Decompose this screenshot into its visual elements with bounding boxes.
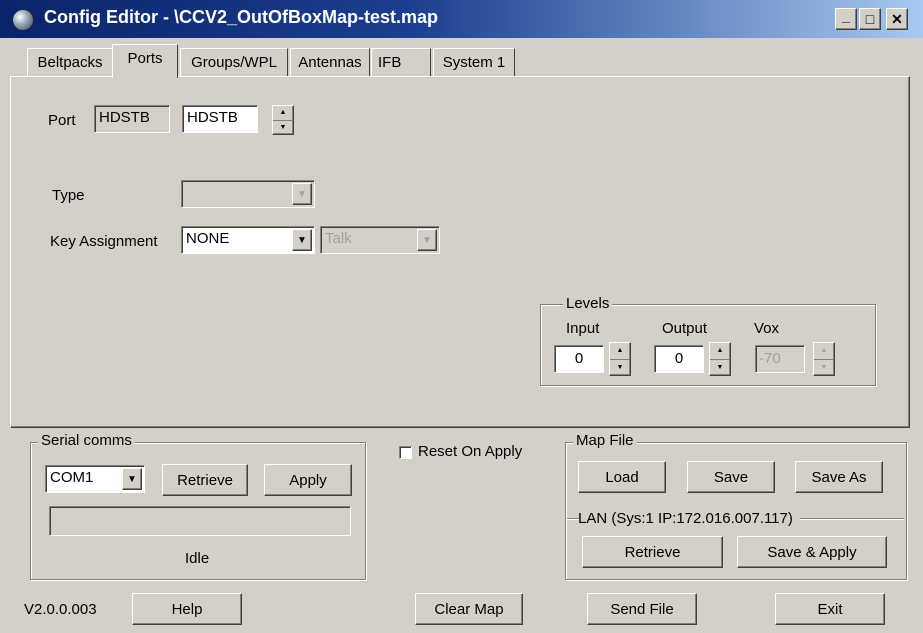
vox-label: Vox (754, 320, 780, 337)
tab-beltpacks[interactable]: Beltpacks (27, 48, 113, 76)
port-spinner[interactable]: ▲ ▼ (272, 105, 294, 135)
vox-level-field[interactable]: -70 (755, 345, 805, 373)
vox-level-value: -70 (759, 350, 781, 367)
input-level-field[interactable]: 0 (554, 345, 604, 373)
map-save-as-button[interactable]: Save As (795, 461, 883, 493)
close-button[interactable]: ✕ (886, 8, 908, 30)
chevron-down-icon[interactable]: ▼ (292, 229, 312, 251)
tab-ports[interactable]: Ports (112, 44, 178, 78)
port-readonly-field: HDSTB (94, 105, 170, 133)
tab-label: Antennas (298, 54, 362, 71)
spin-down-icon[interactable]: ▼ (710, 358, 730, 376)
serial-status-text: Idle (185, 550, 210, 567)
port-readonly-value: HDSTB (99, 109, 150, 126)
minimize-button[interactable]: _ (835, 8, 857, 30)
tab-groups-wpl[interactable]: Groups/WPL (180, 48, 288, 76)
type-label: Type (52, 187, 85, 204)
serial-retrieve-button[interactable]: Retrieve (162, 464, 248, 496)
port-edit-field[interactable]: HDSTB (182, 105, 258, 133)
send-file-button[interactable]: Send File (587, 593, 697, 625)
lan-save-apply-button[interactable]: Save & Apply (737, 536, 887, 568)
output-level-value: 0 (674, 350, 684, 367)
map-load-button[interactable]: Load (578, 461, 666, 493)
spin-up-icon[interactable]: ▲ (814, 343, 834, 359)
reset-on-apply-label[interactable]: Reset On Apply (418, 443, 522, 460)
vox-level-spinner[interactable]: ▲ ▼ (813, 342, 835, 376)
app-icon[interactable] (12, 9, 34, 31)
tab-label: System 1 (442, 54, 506, 71)
clear-map-button[interactable]: Clear Map (415, 593, 523, 625)
levels-title: Levels (563, 295, 613, 312)
tab-label: Beltpacks (37, 54, 103, 71)
spin-down-icon[interactable]: ▼ (814, 358, 834, 376)
input-level-spinner[interactable]: ▲ ▼ (609, 342, 631, 376)
title-bar[interactable]: Config Editor - \CCV2_OutOfBoxMap-test.m… (0, 0, 923, 38)
key-mode-select[interactable]: Talk ▼ (320, 226, 440, 254)
com-port-select[interactable]: COM1 ▼ (45, 465, 145, 493)
key-assignment-select[interactable]: NONE ▼ (181, 226, 315, 254)
tab-antennas[interactable]: Antennas (290, 48, 370, 76)
help-button[interactable]: Help (132, 593, 242, 625)
maximize-button[interactable]: □ (859, 8, 881, 30)
output-label: Output (662, 320, 708, 337)
tab-ifb[interactable]: IFB (371, 48, 431, 76)
spin-down-icon[interactable]: ▼ (273, 119, 293, 135)
spin-down-icon[interactable]: ▼ (610, 358, 630, 376)
tab-label: IFB (378, 54, 402, 71)
input-level-value: 0 (574, 350, 584, 367)
tab-system-1[interactable]: System 1 (433, 48, 515, 76)
spin-up-icon[interactable]: ▲ (610, 343, 630, 359)
output-level-field[interactable]: 0 (654, 345, 704, 373)
input-label: Input (566, 320, 600, 337)
serial-progress-bar (49, 506, 351, 536)
serial-apply-button[interactable]: Apply (264, 464, 352, 496)
chevron-down-icon[interactable]: ▼ (292, 183, 312, 205)
maximize-icon: □ (865, 11, 875, 27)
tab-label: Ports (127, 50, 163, 67)
lan-divider-right (800, 518, 904, 519)
reset-on-apply-checkbox[interactable] (399, 446, 412, 459)
spin-up-icon[interactable]: ▲ (273, 106, 293, 120)
tab-label: Groups/WPL (191, 54, 277, 71)
key-assignment-value: NONE (186, 230, 230, 247)
port-edit-value: HDSTB (187, 109, 238, 126)
map-save-button[interactable]: Save (687, 461, 775, 493)
version-label: V2.0.0.003 (24, 601, 97, 618)
lan-title: LAN (Sys:1 IP:172.016.007.117) (578, 510, 793, 527)
window-title: Config Editor - \CCV2_OutOfBoxMap-test.m… (44, 7, 439, 27)
minimize-icon: _ (842, 8, 850, 24)
chevron-down-icon[interactable]: ▼ (122, 468, 142, 490)
close-icon: ✕ (891, 10, 903, 27)
key-mode-value: Talk (325, 230, 352, 247)
lan-retrieve-button[interactable]: Retrieve (582, 536, 723, 568)
spin-up-icon[interactable]: ▲ (710, 343, 730, 359)
map-file-title: Map File (573, 432, 637, 449)
exit-button[interactable]: Exit (775, 593, 885, 625)
com-port-value: COM1 (50, 469, 94, 486)
type-select[interactable]: ▼ (181, 180, 315, 208)
chevron-down-icon[interactable]: ▼ (417, 229, 437, 251)
serial-comms-title: Serial comms (38, 432, 135, 449)
port-label: Port (48, 112, 76, 129)
key-assignment-label: Key Assignment (50, 233, 158, 250)
output-level-spinner[interactable]: ▲ ▼ (709, 342, 731, 376)
